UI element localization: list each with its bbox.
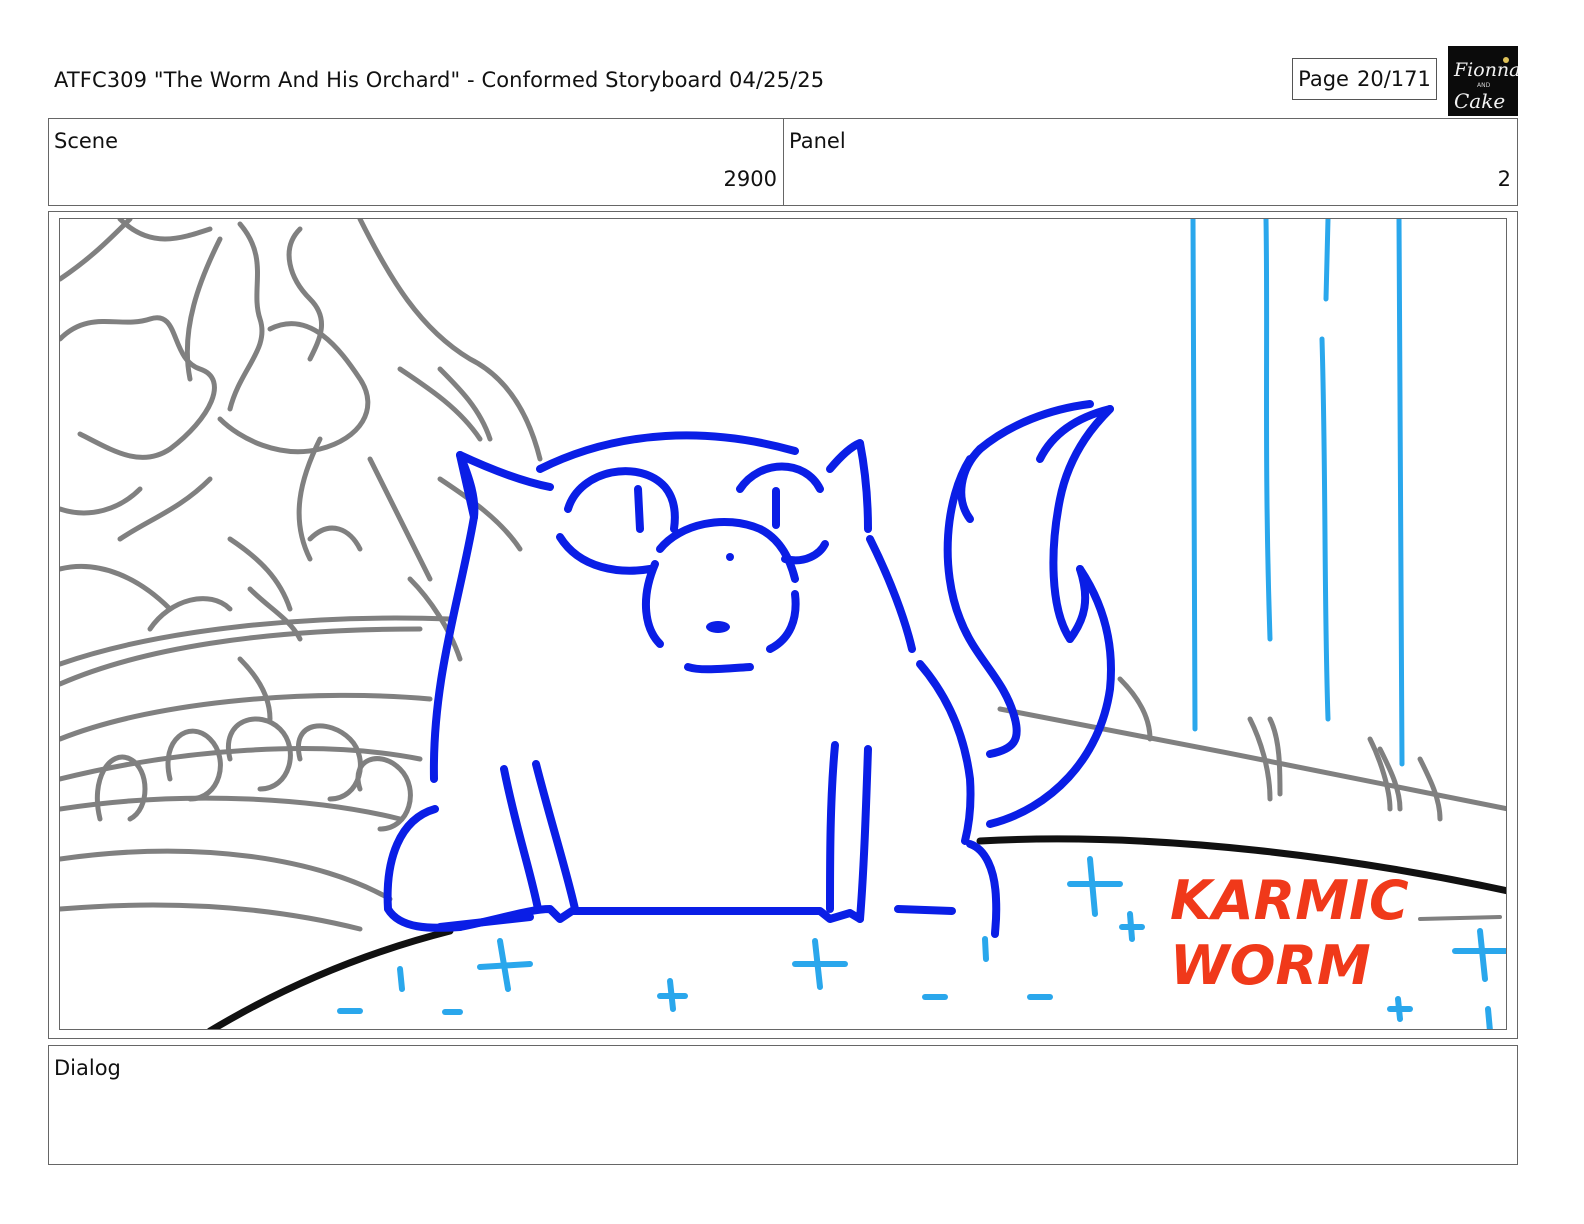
annotation-label: KARMIC WORM: [1170, 869, 1409, 997]
dialog-box: Dialog: [48, 1045, 1518, 1165]
page-label: Page: [1298, 67, 1349, 91]
scene-number: 2900: [723, 167, 777, 191]
page-counter: Page 20/171: [1292, 58, 1437, 100]
logo-text-and: AND: [1477, 82, 1491, 89]
dialog-label: Dialog: [54, 1056, 121, 1080]
panel-number: 2: [1497, 167, 1511, 191]
scene-label: Scene: [54, 129, 119, 153]
logo-text-top: Fionna: [1453, 59, 1518, 81]
waterfall-streaks: [1190, 219, 1405, 767]
panel-cell: Panel 2: [784, 119, 1517, 205]
logo-text-bottom: Cake: [1454, 89, 1505, 113]
background-dashes: [1418, 915, 1502, 921]
storyboard-panel-frame: KARMIC WORM: [48, 211, 1518, 1039]
scene-panel-info: Scene 2900 Panel 2: [48, 118, 1518, 206]
storyboard-artwork: KARMIC WORM: [59, 218, 1507, 1030]
show-logo: Fionna AND Cake: [1448, 46, 1518, 116]
sketch-drawing: KARMIC WORM: [60, 219, 1506, 1029]
panel-label: Panel: [789, 129, 846, 153]
page-number: 20/171: [1356, 67, 1431, 91]
annotation-line-1: KARMIC: [1170, 869, 1409, 932]
annotation-line-2: WORM: [1170, 934, 1371, 997]
karmic-worm-character: [383, 400, 1115, 938]
storyboard-title: ATFC309 "The Worm And His Orchard" - Con…: [54, 68, 825, 92]
scene-cell: Scene 2900: [49, 119, 784, 205]
